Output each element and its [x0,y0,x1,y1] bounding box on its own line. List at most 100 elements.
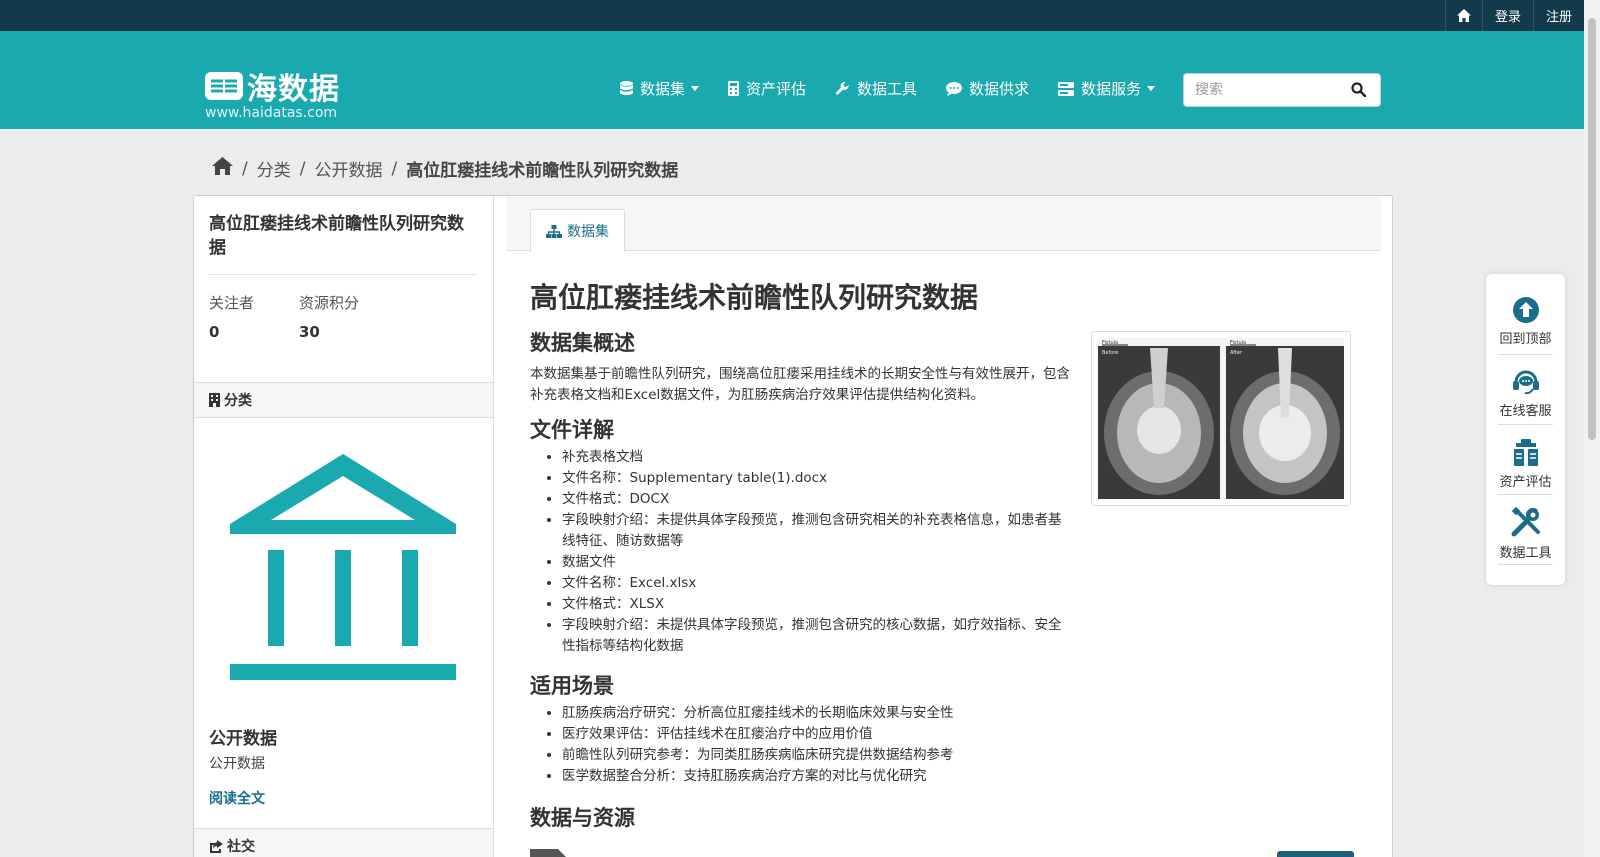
divider [1498,564,1553,565]
register-link[interactable]: 注册 [1532,0,1584,31]
tab-dataset[interactable]: 数据集 [530,209,625,252]
tab-bar: 数据集 [506,196,1381,252]
divider [209,274,477,275]
chevron-down-icon [1147,86,1156,91]
file-zip-icon [530,849,566,857]
thumb-label: Fistula [1230,340,1246,346]
scenarios-heading: 适用场景 [530,674,614,698]
data-tools-label: 数据工具 [1499,546,1552,561]
main-wrapper: 高位肛瘘挂线术前瞻性队列研究数据 关注者 0 资源积分 30 分类 公开数据 公… [193,195,1393,857]
search-button[interactable] [1351,82,1367,101]
nav-data-demand[interactable]: 数据供求 [946,78,1029,99]
calculator-icon [728,81,740,96]
main-nav: 数据集 资产评估 数据工具 数据供求 数据服务 [620,78,1184,99]
list-item: 字段映射介绍：未提供具体字段预览，推测包含研究相关的补充表格信息，如患者基线特征… [562,510,1070,552]
followers-count: 0 [209,323,220,341]
points-count: 30 [299,323,320,341]
nav-data-services-label: 数据服务 [1081,80,1142,98]
explore-resource-button[interactable] [1277,851,1354,857]
server-icon [1058,81,1075,96]
floating-toolbar: 回到顶部 在线客服 资产评估 数据工具 [1486,274,1565,585]
login-link[interactable]: 登录 [1481,0,1533,31]
home-link[interactable] [1444,0,1482,31]
divider [1498,354,1553,355]
sidebar-dataset-title: 高位肛瘘挂线术前瞻性队列研究数据 [209,214,464,258]
home-icon [212,157,233,175]
nav-asset-eval[interactable]: 资产评估 [728,78,806,99]
resources-heading: 数据与资源 [530,806,635,830]
data-tools-button[interactable]: 数据工具 [1486,507,1565,561]
breadcrumb-home[interactable] [212,157,233,180]
wrench-icon [835,81,849,95]
nav-data-tools-label: 数据工具 [857,80,918,98]
tools-icon [1511,507,1540,537]
category-header-label: 分类 [224,393,252,409]
top-links: 登录 注册 [1444,0,1584,31]
nav-data-services[interactable]: 数据服务 [1058,78,1156,99]
thumb-label: Fistula [1102,340,1118,346]
divider [1498,494,1553,495]
list-item: 数据文件 [562,552,1070,573]
asset-eval-button[interactable]: 资产评估 [1486,439,1565,490]
database-icon [620,81,633,96]
sitemap-icon [546,224,562,238]
nav-asset-eval-label: 资产评估 [746,80,807,98]
scrollbar-thumb[interactable] [1588,18,1596,440]
list-item: 文件格式：XLSX [562,594,1070,615]
overview-text: 本数据集基于前瞻性队列研究，围绕高位肛瘘采用挂线术的长期安全性与有效性展开，包含… [530,366,1070,403]
headset-icon [1512,370,1539,395]
comment-icon [946,81,963,96]
divider [1498,424,1553,425]
nav-datasets-label: 数据集 [640,80,686,98]
list-item: 医疗效果评估：评估挂线术在肛瘘治疗中的应用价值 [562,724,1070,745]
back-to-top-button[interactable]: 回到顶部 [1486,297,1565,347]
list-item: 医学数据整合分析：支持肛肠疾病治疗方案的对比与优化研究 [562,766,1070,787]
sidebar: 高位肛瘘挂线术前瞻性队列研究数据 关注者 0 资源积分 30 分类 公开数据 公… [194,196,494,857]
list-item: 前瞻性队列研究参考：为同类肛肠疾病临床研究提供数据结构参考 [562,745,1070,766]
list-item: 文件名称：Excel.xlsx [562,573,1070,594]
site-logo[interactable]: 海数据 [205,64,340,108]
page-scrollbar[interactable] [1584,0,1600,857]
search-box [1183,73,1381,107]
dataset-title: 高位肛瘘挂线术前瞻性队列研究数据 [530,281,979,314]
dataset-thumbnail: Fistula Fistula Before After [1091,331,1351,506]
search-input[interactable] [1195,75,1345,105]
breadcrumb-separator: / [242,158,248,179]
institution-icon[interactable] [230,454,456,680]
nav-data-tools[interactable]: 数据工具 [835,78,917,99]
list-item: 补充表格文档 [562,447,1070,468]
share-icon [210,839,223,853]
organization-description: 公开数据 [209,756,265,772]
list-item: 字段映射介绍：未提供具体字段预览，推测包含研究的核心数据，如疗效指标、安全性指标… [562,615,1070,657]
breadcrumb-current[interactable]: 高位肛瘘挂线术前瞻性队列研究数据 [406,156,678,181]
online-support-label: 在线客服 [1499,404,1552,419]
logo-text: 海数据 [247,72,340,107]
points-label: 资源积分 [299,294,360,312]
files-heading: 文件详解 [530,418,614,442]
breadcrumb-public-data[interactable]: 公开数据 [314,156,382,181]
organization-name: 公开数据 [209,729,277,749]
social-header-label: 社交 [227,839,255,855]
logo-url: www.haidatas.com [205,105,338,121]
category-section-header: 分类 [194,382,493,418]
logo-mark-icon [205,72,243,100]
breadcrumb: / 分类 / 公开数据 / 高位肛瘘挂线术前瞻性队列研究数据 [212,156,678,181]
overview-heading: 数据集概述 [530,331,635,355]
points-stat: 资源积分 30 [299,292,359,341]
back-to-top-label: 回到顶部 [1499,332,1552,347]
read-more-link[interactable]: 阅读全文 [209,788,265,808]
breadcrumb-category[interactable]: 分类 [257,156,291,181]
list-item: 文件名称：Supplementary table(1).docx [562,468,1070,489]
arrow-up-circle-icon [1512,297,1539,323]
nav-datasets[interactable]: 数据集 [620,78,700,99]
online-support-button[interactable]: 在线客服 [1486,369,1565,419]
search-icon [1351,82,1367,98]
nav-data-demand-label: 数据供求 [969,80,1030,98]
breadcrumb-separator: / [391,158,398,179]
top-utility-bar: 登录 注册 [0,0,1584,31]
breadcrumb-separator: / [299,158,306,179]
followers-stat: 关注者 0 [209,292,254,341]
scenarios-list: 肛肠疾病治疗研究：分析高位肛瘘挂线术的长期临床效果与安全性 医疗效果评估：评估挂… [562,703,1070,787]
home-icon [1456,9,1471,22]
clipboard-icon [1513,439,1538,466]
